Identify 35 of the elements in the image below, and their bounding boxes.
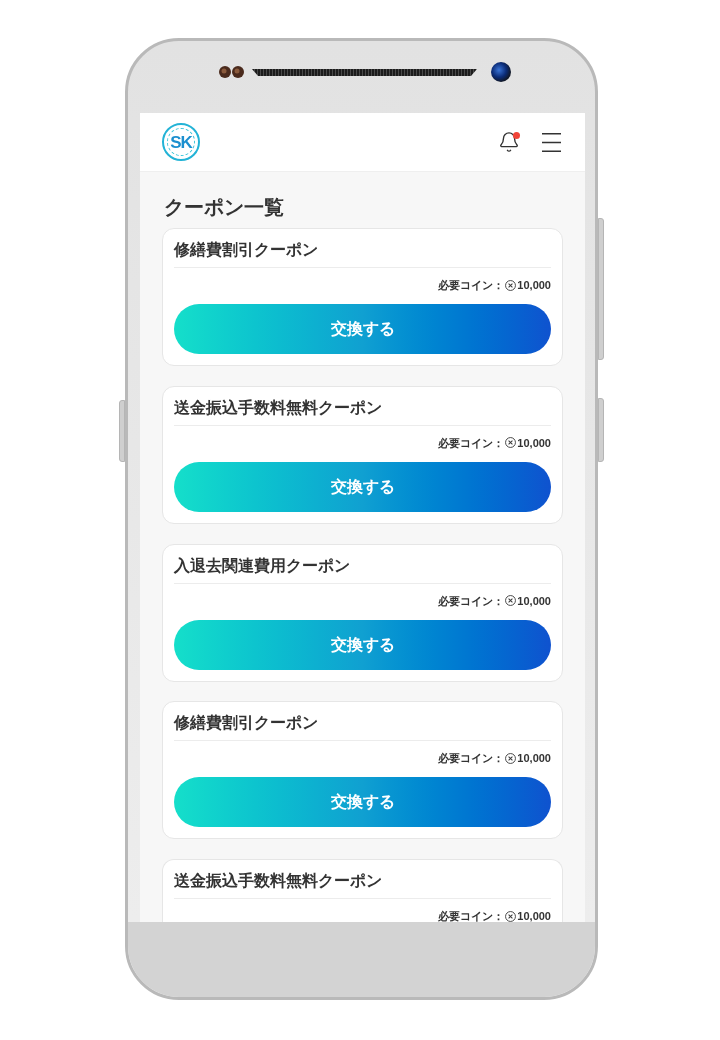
cost-amount: 10,000 bbox=[517, 752, 551, 765]
cost-amount: 10,000 bbox=[517, 279, 551, 291]
exchange-button[interactable]: 交換する bbox=[174, 777, 551, 828]
coupon-title: 送金振込手数料無料クーポン bbox=[174, 397, 382, 418]
coupon-title: 修繕費割引クーポン bbox=[174, 240, 318, 260]
bell-icon bbox=[498, 131, 520, 153]
coupon-title: 修繕費割引クーポン bbox=[174, 713, 318, 734]
cost-amount: 10,000 bbox=[517, 910, 551, 922]
menu-icon[interactable] bbox=[542, 132, 561, 152]
coin-icon bbox=[505, 279, 517, 291]
page-title: クーポン一覧 bbox=[164, 195, 284, 220]
notification-button[interactable] bbox=[498, 131, 520, 153]
logo: SK bbox=[162, 123, 200, 161]
side-button[interactable] bbox=[119, 400, 125, 462]
coin-icon bbox=[505, 437, 517, 449]
cost-label: 必要コイン： bbox=[438, 910, 505, 922]
side-button[interactable] bbox=[598, 218, 604, 360]
coin-icon bbox=[505, 910, 517, 922]
sensor-icon bbox=[219, 66, 231, 78]
coin-icon bbox=[505, 595, 517, 606]
side-button[interactable] bbox=[598, 398, 604, 462]
coupon-title: 入退去関連費用クーポン bbox=[174, 555, 350, 576]
cost-amount: 10,000 bbox=[517, 594, 551, 607]
cost-label: 必要コイン： bbox=[438, 279, 505, 291]
cost-label: 必要コイン： bbox=[438, 594, 505, 607]
sensor-icon bbox=[232, 66, 244, 78]
coin-icon bbox=[505, 752, 517, 764]
exchange-button[interactable]: 交換する bbox=[174, 304, 551, 354]
camera-icon bbox=[491, 62, 511, 82]
cost-label: 必要コイン： bbox=[438, 752, 505, 765]
exchange-button[interactable]: 交換する bbox=[174, 619, 551, 670]
exchange-button[interactable]: 交換する bbox=[174, 461, 551, 512]
cost-label: 必要コイン： bbox=[438, 436, 505, 449]
cost-amount: 10,000 bbox=[517, 436, 551, 449]
coupon-title: 送金振込手数料無料クーポン bbox=[174, 871, 382, 891]
